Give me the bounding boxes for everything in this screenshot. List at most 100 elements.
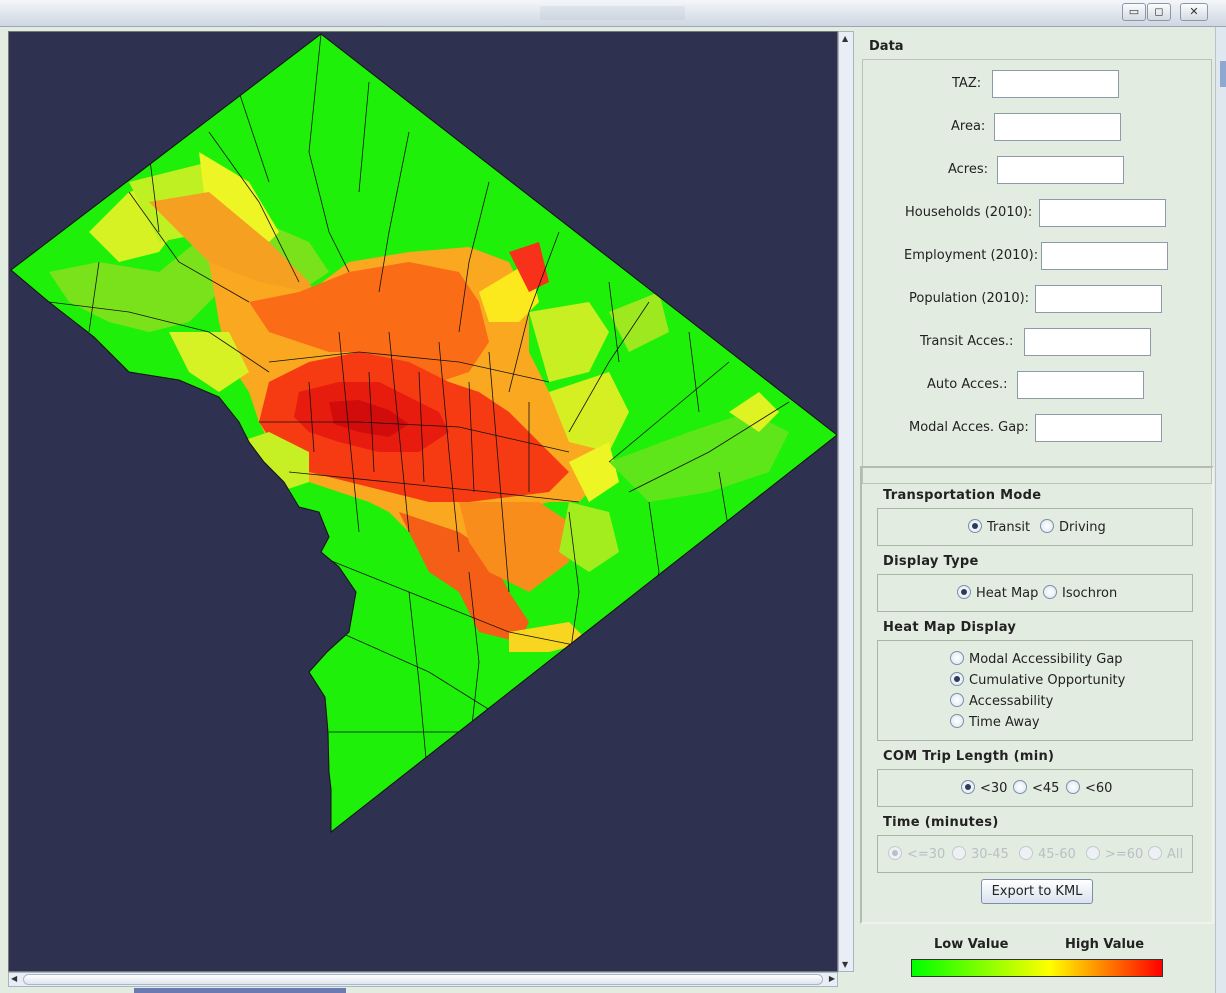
radio-unselected-icon[interactable] xyxy=(950,714,964,728)
scroll-left-icon[interactable]: ◀ xyxy=(11,974,17,983)
heat-map-display-title: Heat Map Display xyxy=(883,620,1017,635)
radio-cumulative-opportunity[interactable]: Cumulative Opportunity xyxy=(950,672,1125,688)
scroll-up-icon[interactable]: ▲ xyxy=(842,34,848,43)
display-type-title: Display Type xyxy=(883,554,979,569)
radio-label-le30: <=30 xyxy=(907,847,946,862)
district-shape xyxy=(11,34,837,832)
radio-le30[interactable]: <=30 xyxy=(888,846,945,862)
radio-label-lt30: <30 xyxy=(980,781,1008,796)
radio-label-accessability: Accessability xyxy=(969,694,1054,709)
edge-tab xyxy=(1220,61,1226,87)
radio-label-modal-gap: Modal Accessibility Gap xyxy=(969,652,1123,667)
data-section-title: Data xyxy=(869,39,904,54)
radio-label-driving: Driving xyxy=(1059,520,1106,535)
field-label-transit-access: Transit Acces.: xyxy=(920,334,1014,349)
radio-selected-icon[interactable] xyxy=(950,672,964,686)
field-row-employment: Employment (2010): xyxy=(863,242,1213,270)
radio-unselected-icon[interactable] xyxy=(950,651,964,665)
radio-label-30-45: 30-45 xyxy=(971,847,1009,862)
radio-unselected-icon[interactable] xyxy=(950,693,964,707)
taz-field[interactable] xyxy=(992,70,1119,98)
radio-45-60[interactable]: 45-60 xyxy=(1019,846,1076,862)
radio-unselected-icon[interactable] xyxy=(1043,585,1057,599)
window-right-edge xyxy=(1215,27,1226,993)
field-row-acres: Acres: xyxy=(863,156,1213,184)
population-field[interactable] xyxy=(1035,285,1162,313)
radio-heat-map[interactable]: Heat Map xyxy=(957,585,1038,601)
radio-isochron[interactable]: Isochron xyxy=(1043,585,1117,601)
field-row-households: Households (2010): xyxy=(863,199,1213,227)
minimize-icon[interactable]: ▭ xyxy=(1122,3,1146,21)
map-canvas[interactable] xyxy=(8,31,838,972)
radio-unselected-icon[interactable] xyxy=(1019,846,1033,860)
field-row-auto-access: Auto Acces.: xyxy=(863,371,1213,399)
radio-lt45[interactable]: <45 xyxy=(1013,780,1059,796)
acres-field[interactable] xyxy=(997,156,1124,184)
modal-gap-field[interactable] xyxy=(1035,414,1162,442)
radio-label-45-60: 45-60 xyxy=(1038,847,1076,862)
radio-unselected-icon[interactable] xyxy=(952,846,966,860)
time-minutes-group: <=30 30-45 45-60 >=60 All xyxy=(877,835,1193,873)
field-label-population: Population (2010): xyxy=(909,291,1030,306)
field-label-acres: Acres: xyxy=(948,162,989,177)
field-row-population: Population (2010): xyxy=(863,285,1213,313)
radio-time-away[interactable]: Time Away xyxy=(950,714,1040,730)
radio-unselected-icon[interactable] xyxy=(1040,519,1054,533)
radio-driving[interactable]: Driving xyxy=(1040,519,1106,535)
field-label-auto-access: Auto Acces.: xyxy=(927,377,1008,392)
radio-selected-icon[interactable] xyxy=(968,519,982,533)
field-row-transit-access: Transit Acces.: xyxy=(863,328,1213,356)
window-title xyxy=(540,6,685,20)
radio-label-time-away: Time Away xyxy=(969,715,1040,730)
radio-lt60[interactable]: <60 xyxy=(1066,780,1112,796)
radio-selected-icon[interactable] xyxy=(961,780,975,794)
map-horizontal-scrollbar[interactable]: ◀ ▶ xyxy=(8,972,838,987)
maximize-icon[interactable]: ◻ xyxy=(1147,3,1171,21)
area-field[interactable] xyxy=(994,113,1121,141)
field-label-taz: TAZ: xyxy=(952,76,982,91)
radio-label-cumulative: Cumulative Opportunity xyxy=(969,673,1126,688)
radio-all[interactable]: All xyxy=(1148,846,1183,862)
transport-mode-group: Transit Driving xyxy=(877,508,1193,546)
field-label-modal-gap: Modal Acces. Gap: xyxy=(909,420,1029,435)
radio-label-ge60: >=60 xyxy=(1105,847,1144,862)
export-kml-button[interactable]: Export to KML xyxy=(981,879,1093,904)
employment-field[interactable] xyxy=(1041,242,1168,270)
side-panel: Data TAZ: Area: Acres: Households (2010)… xyxy=(857,31,1215,989)
heat-map-display-group: Modal Accessibility Gap Cumulative Oppor… xyxy=(877,640,1193,741)
map-vertical-scrollbar[interactable]: ▲ ▼ xyxy=(838,31,854,972)
field-row-area: Area: xyxy=(863,113,1213,141)
radio-unselected-icon[interactable] xyxy=(1013,780,1027,794)
field-row-modal-gap: Modal Acces. Gap: xyxy=(863,414,1213,442)
legend-low-label: Low Value xyxy=(934,937,1009,952)
scroll-down-icon[interactable]: ▼ xyxy=(842,960,848,969)
radio-unselected-icon[interactable] xyxy=(1148,846,1162,860)
transport-mode-title: Transportation Mode xyxy=(883,488,1042,503)
close-icon[interactable]: ✕ xyxy=(1180,3,1208,21)
scroll-right-icon[interactable]: ▶ xyxy=(829,974,835,983)
radio-label-all: All xyxy=(1167,847,1184,862)
auto-access-field[interactable] xyxy=(1017,371,1144,399)
legend-color-bar xyxy=(911,959,1163,977)
radio-selected-icon[interactable] xyxy=(888,846,902,860)
radio-label-lt60: <60 xyxy=(1085,781,1113,796)
com-trip-length-group: <30 <45 <60 xyxy=(877,769,1193,807)
radio-30-45[interactable]: 30-45 xyxy=(952,846,1009,862)
heat-map[interactable] xyxy=(9,32,838,971)
radio-accessability[interactable]: Accessability xyxy=(950,693,1053,709)
com-trip-length-title: COM Trip Length (min) xyxy=(883,749,1055,764)
window-titlebar: ▭ ◻ ✕ xyxy=(0,0,1226,27)
radio-lt30[interactable]: <30 xyxy=(961,780,1007,796)
horizontal-scroll-thumb[interactable] xyxy=(23,974,823,985)
households-field[interactable] xyxy=(1039,199,1166,227)
field-label-households: Households (2010): xyxy=(905,205,1033,220)
radio-unselected-icon[interactable] xyxy=(1086,846,1100,860)
radio-transit[interactable]: Transit xyxy=(968,519,1030,535)
radio-ge60[interactable]: >=60 xyxy=(1086,846,1143,862)
transit-access-field[interactable] xyxy=(1024,328,1151,356)
radio-selected-icon[interactable] xyxy=(957,585,971,599)
data-section: TAZ: Area: Acres: Households (2010): Emp… xyxy=(862,59,1212,484)
legend-high-label: High Value xyxy=(1065,937,1145,952)
radio-unselected-icon[interactable] xyxy=(1066,780,1080,794)
radio-modal-accessibility-gap[interactable]: Modal Accessibility Gap xyxy=(950,651,1123,667)
